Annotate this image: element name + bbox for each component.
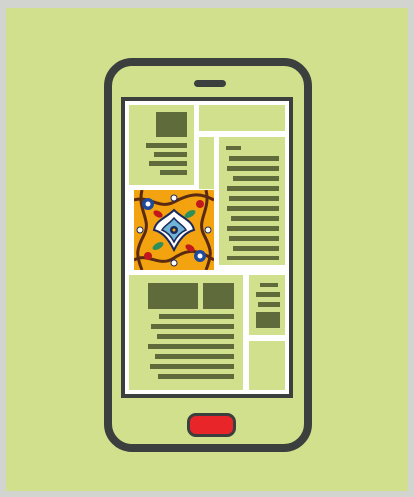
content-panel-narrow — [199, 137, 214, 189]
text-line — [146, 143, 187, 148]
home-button-icon — [187, 413, 236, 437]
text-line — [229, 196, 279, 201]
text-line — [150, 364, 234, 369]
text-line — [229, 156, 279, 161]
text-line — [227, 186, 279, 191]
text-line — [227, 226, 279, 231]
ornamental-tile-image — [134, 190, 214, 270]
text-line — [157, 334, 234, 339]
text-line — [256, 292, 280, 297]
image-placeholder — [148, 283, 198, 309]
text-line — [148, 344, 234, 349]
text-line — [151, 324, 234, 329]
text-line — [154, 152, 187, 157]
text-line — [258, 302, 280, 307]
text-line — [227, 166, 279, 171]
text-line — [233, 176, 279, 181]
text-line — [227, 256, 279, 260]
content-panel-empty — [249, 341, 285, 390]
text-line — [227, 206, 279, 211]
thumbnail-placeholder — [156, 112, 187, 137]
content-panel-header — [199, 105, 285, 131]
text-line — [226, 146, 241, 150]
image-placeholder — [203, 283, 234, 309]
text-line — [158, 374, 234, 379]
text-line — [233, 246, 279, 251]
text-line — [229, 236, 279, 241]
text-line — [260, 283, 278, 287]
text-line — [149, 161, 187, 166]
thumbnail-placeholder — [256, 312, 280, 328]
text-line — [155, 354, 234, 359]
text-line — [231, 216, 279, 221]
text-line — [159, 314, 234, 319]
speaker-grille-icon — [194, 80, 226, 87]
text-line — [160, 170, 187, 175]
